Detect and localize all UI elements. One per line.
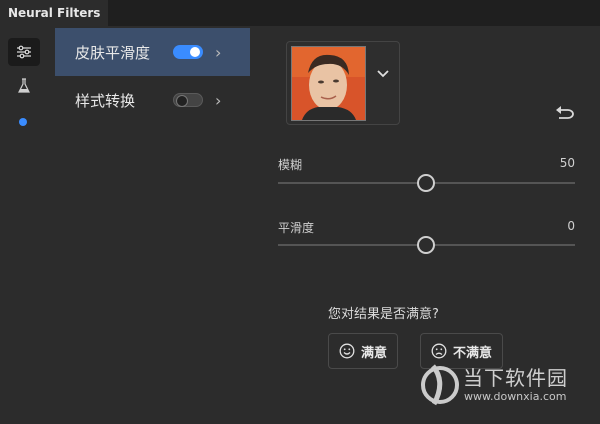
skin-smoothing-toggle[interactable] — [173, 45, 203, 59]
title-bar: Neural Filters — [0, 0, 600, 26]
preview-selector[interactable] — [286, 41, 400, 125]
satisfied-label: 满意 — [361, 345, 388, 361]
filter-label: 皮肤平滑度 — [75, 43, 151, 62]
watermark-url: www.downxia.com — [464, 390, 567, 403]
status-dot — [19, 118, 27, 126]
blur-slider-handle[interactable] — [417, 174, 435, 192]
tool-rail — [0, 26, 56, 424]
feedback-question: 您对结果是否满意? — [328, 307, 439, 322]
filter-item-skin-smoothing[interactable]: 皮肤平滑度 › — [55, 28, 250, 76]
portrait-thumbnail — [291, 46, 366, 121]
smoothness-slider-handle[interactable] — [417, 236, 435, 254]
smile-icon — [339, 343, 355, 359]
filter-list: 皮肤平滑度 › 样式转换 › — [55, 26, 250, 424]
filters-view-button[interactable] — [8, 38, 40, 66]
chevron-right-icon[interactable]: › — [215, 91, 221, 110]
toggle-knob — [176, 95, 188, 107]
beta-filters-button[interactable] — [8, 72, 40, 100]
style-transfer-toggle[interactable] — [173, 93, 203, 107]
filter-label: 样式转换 — [75, 91, 136, 110]
satisfied-button[interactable]: 满意 — [328, 333, 399, 369]
undo-icon[interactable] — [555, 104, 575, 120]
panel-title: Neural Filters — [8, 6, 101, 20]
watermark-name: 当下软件园 — [463, 366, 568, 390]
watermark: 当下软件园 www.downxia.com — [418, 358, 598, 420]
smoothness-slider-label: 平滑度 — [278, 221, 315, 235]
chevron-right-icon[interactable]: › — [215, 43, 221, 62]
panel-title-tab[interactable]: Neural Filters — [0, 0, 109, 26]
chevron-down-icon[interactable] — [377, 70, 389, 78]
toggle-knob — [190, 47, 200, 57]
blur-slider-value: 50 — [559, 156, 575, 170]
frown-icon — [431, 343, 447, 359]
flask-icon — [18, 78, 30, 93]
sliders-icon — [17, 45, 31, 59]
watermark-logo-icon — [421, 364, 459, 406]
filter-item-style-transfer[interactable]: 样式转换 › — [55, 76, 250, 124]
smoothness-slider-value: 0 — [567, 219, 575, 233]
blur-slider-label: 模糊 — [278, 158, 303, 172]
